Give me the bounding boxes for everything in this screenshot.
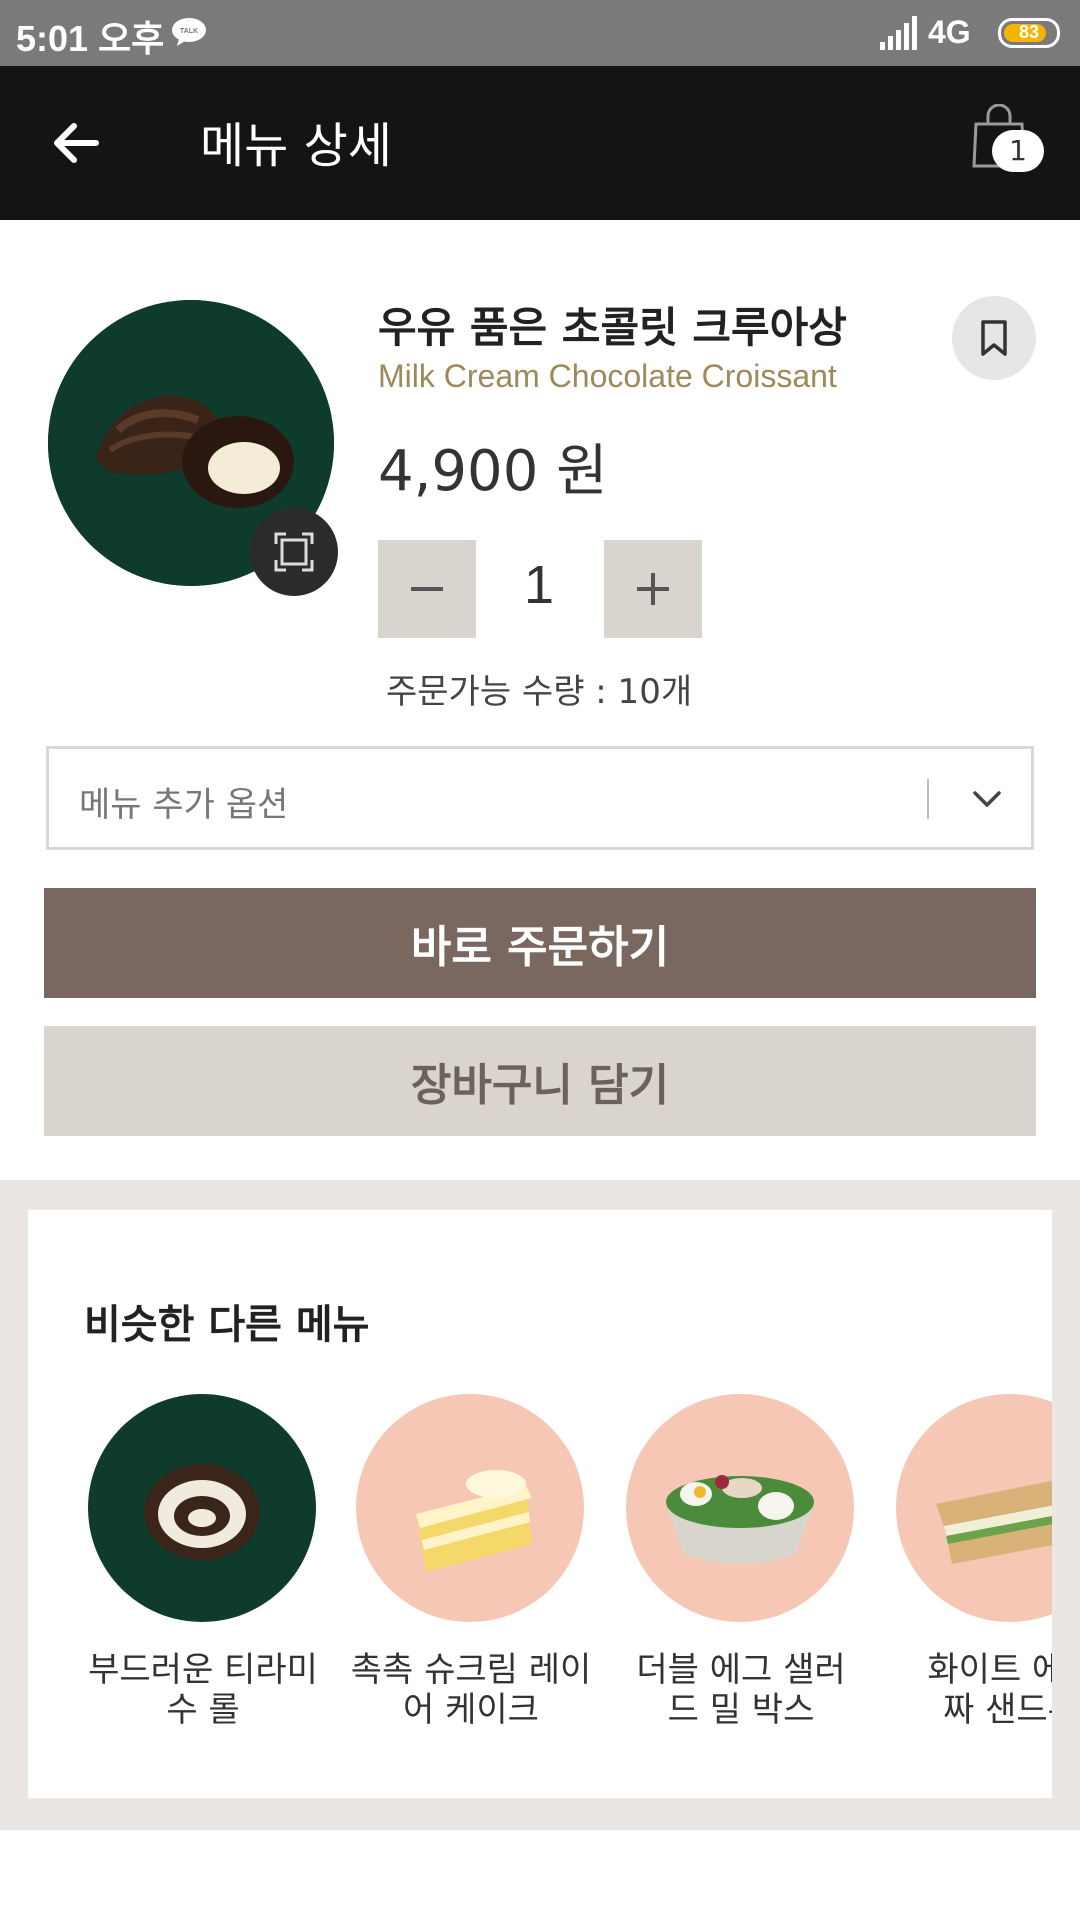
similar-item-label-line1: 화이트 에그 <box>927 1650 1052 1690</box>
similar-item-image <box>88 1394 316 1622</box>
network-type: 4G <box>928 14 971 50</box>
similar-item-label-line1: 더블 에그 샐러 <box>636 1650 846 1690</box>
battery-icon: 83 <box>998 18 1060 48</box>
page-title: 메뉴 상세 <box>200 118 392 174</box>
similar-item-image <box>356 1394 584 1622</box>
similar-item-label-line2: 드 밀 박스 <box>667 1690 815 1730</box>
similar-item-label: 부드러운 티라미 수 롤 <box>68 1650 338 1730</box>
bookmark-icon <box>981 320 1007 356</box>
minus-icon <box>411 587 443 591</box>
similar-item-sandwich[interactable]: 화이트 에그 짜 샌드우 <box>896 1394 1052 1774</box>
product-name: 우유 품은 초콜릿 크루아상 <box>378 303 847 352</box>
quantity-decrease-button[interactable] <box>378 540 476 638</box>
similar-menu-title: 비슷한 다른 메뉴 <box>84 1302 370 1348</box>
quantity-increase-button[interactable] <box>604 540 702 638</box>
menu-option-select[interactable]: 메뉴 추가 옵션 <box>46 746 1034 850</box>
similar-item-cream-cake[interactable]: 촉촉 슈크림 레이 어 케이크 <box>351 1394 591 1774</box>
similar-item-label: 화이트 에그 짜 샌드우 <box>876 1650 1052 1730</box>
fullscreen-icon <box>274 532 314 572</box>
back-arrow-icon[interactable] <box>44 110 110 176</box>
plus-icon <box>637 573 669 605</box>
similar-item-label-line2: 짜 샌드우 <box>943 1690 1052 1730</box>
option-select-placeholder: 메뉴 추가 옵션 <box>79 785 289 825</box>
status-bar: 5:01 오후 TALK 4G 83 <box>0 0 1080 66</box>
similar-item-egg-salad[interactable]: 더블 에그 샐러 드 밀 박스 <box>626 1394 856 1774</box>
similar-item-image <box>896 1394 1052 1622</box>
zoom-button[interactable] <box>250 508 338 596</box>
app-bar: 메뉴 상세 1 <box>0 66 1080 220</box>
svg-text:TALK: TALK <box>180 28 198 35</box>
similar-item-label-line2: 수 롤 <box>166 1690 240 1730</box>
product-price: 4,900 원 <box>378 439 608 504</box>
bookmark-button[interactable] <box>952 296 1036 380</box>
similar-item-label-line1: 부드러운 티라미 <box>88 1650 318 1690</box>
quantity-value: 1 <box>523 555 555 615</box>
add-to-cart-button[interactable]: 장바구니 담기 <box>44 1026 1036 1136</box>
similar-item-tiramisu-roll[interactable]: 부드러운 티라미 수 롤 <box>88 1394 318 1774</box>
order-now-button[interactable]: 바로 주문하기 <box>44 888 1036 998</box>
similar-item-image <box>626 1394 854 1622</box>
similar-item-label: 촉촉 슈크림 레이 어 케이크 <box>336 1650 606 1730</box>
signal-icon <box>880 16 917 50</box>
cart-button[interactable]: 1 <box>970 104 1050 184</box>
similar-item-label-line1: 촉촉 슈크림 레이 <box>350 1650 592 1690</box>
available-quantity: 주문가능 수량 : 10개 <box>386 672 693 712</box>
talk-icon: TALK <box>172 18 206 46</box>
similar-item-label-line2: 어 케이크 <box>403 1690 539 1730</box>
similar-menu-section: 비슷한 다른 메뉴 부드러운 티라미 수 롤 촉촉 슈크림 레이 어 케이크 더… <box>0 1180 1080 1830</box>
battery-level: 83 <box>1018 22 1040 42</box>
cart-count-badge: 1 <box>992 130 1044 172</box>
status-time: 5:01 오후 <box>16 18 165 59</box>
option-select-divider <box>927 779 929 819</box>
chevron-down-icon <box>973 791 1001 807</box>
similar-menu-card: 비슷한 다른 메뉴 부드러운 티라미 수 롤 촉촉 슈크림 레이 어 케이크 더… <box>28 1210 1052 1798</box>
similar-item-label: 더블 에그 샐러 드 밀 박스 <box>606 1650 876 1730</box>
product-name-english: Milk Cream Chocolate Croissant <box>378 358 837 394</box>
